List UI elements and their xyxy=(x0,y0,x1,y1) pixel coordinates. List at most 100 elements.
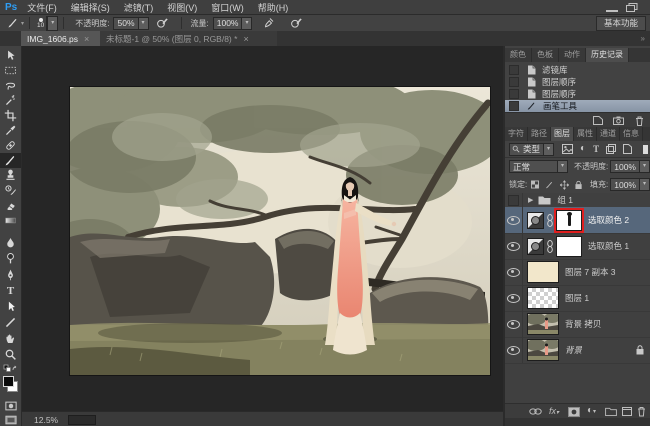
pressure-opacity-icon[interactable] xyxy=(156,17,169,29)
default-swap-colors-icon[interactable] xyxy=(0,363,21,373)
brush-tool-preset-icon[interactable] xyxy=(6,17,20,29)
layer-thumbnail-photo[interactable] xyxy=(527,313,559,335)
dock-gutter[interactable] xyxy=(503,46,505,426)
zoom-level-field[interactable]: 12.5% xyxy=(34,415,58,425)
dodge-tool[interactable] xyxy=(0,251,21,266)
lock-transparency-icon[interactable] xyxy=(531,180,539,189)
fill-dropdown[interactable]: 100%▾ xyxy=(610,178,650,191)
tab-swatches[interactable]: 色板 xyxy=(532,48,559,62)
brush-preset-arrow[interactable]: ▾ xyxy=(46,16,58,31)
hand-tool[interactable] xyxy=(0,331,21,346)
layer-row-selective-color-2[interactable]: 选取颜色 2 xyxy=(505,207,650,234)
new-adjustment-layer-icon[interactable]: ◐▾ xyxy=(587,405,596,416)
lock-pixels-brush-icon[interactable] xyxy=(545,180,554,190)
canvas-area[interactable] xyxy=(22,46,503,411)
lock-all-icon[interactable] xyxy=(575,180,582,190)
tab-color[interactable]: 颜色 xyxy=(505,48,532,62)
add-mask-icon[interactable] xyxy=(568,407,580,417)
tab-actions[interactable]: 动作 xyxy=(559,48,586,62)
restore-icon[interactable] xyxy=(626,3,638,11)
brush-preset-picker[interactable]: 10 xyxy=(37,18,44,28)
history-source-checkbox[interactable] xyxy=(509,101,519,111)
history-source-checkbox[interactable] xyxy=(509,77,519,87)
blur-tool[interactable] xyxy=(0,235,21,250)
eyedropper-tool[interactable] xyxy=(0,123,21,138)
tab-history[interactable]: 历史记录 xyxy=(586,48,629,62)
new-doc-from-state-icon[interactable] xyxy=(593,116,603,125)
foreground-background-swatches[interactable] xyxy=(0,374,21,396)
lock-position-icon[interactable] xyxy=(560,180,569,190)
magic-wand-tool[interactable] xyxy=(0,93,21,108)
visibility-toggle[interactable] xyxy=(505,233,523,259)
tab-layers[interactable]: 图层 xyxy=(551,127,574,141)
tab-properties[interactable]: 属性 xyxy=(574,127,597,141)
layer-row-background[interactable]: 背景 xyxy=(505,337,650,364)
minimize-icon[interactable] xyxy=(606,3,618,12)
quick-mask-button[interactable] xyxy=(0,398,21,413)
history-item[interactable]: 图层顺序 xyxy=(505,88,650,100)
brush-tool[interactable] xyxy=(0,153,21,168)
eraser-tool[interactable] xyxy=(0,198,21,213)
history-item[interactable]: 滤镜库 xyxy=(505,64,650,76)
opacity-dropdown[interactable]: 50%▾ xyxy=(113,17,148,30)
workspace-switcher-button[interactable]: 基本功能 xyxy=(596,16,646,31)
layer-thumbnail[interactable] xyxy=(527,261,559,283)
adjustment-layer-icon[interactable] xyxy=(527,238,544,255)
expand-arrow-icon[interactable]: ▶ xyxy=(528,196,533,204)
close-tab-icon[interactable]: × xyxy=(243,34,248,44)
visibility-toggle[interactable] xyxy=(505,207,523,233)
history-item-selected[interactable]: 画笔工具 xyxy=(505,100,650,112)
filter-pixel-layers-icon[interactable] xyxy=(562,144,573,154)
layer-thumbnail-transparent[interactable] xyxy=(527,287,559,309)
filter-adjustment-layers-icon[interactable]: ◐ xyxy=(580,144,586,154)
visibility-toggle[interactable] xyxy=(505,193,523,207)
path-select-tool[interactable] xyxy=(0,299,21,314)
document-info-box[interactable] xyxy=(68,415,96,425)
spot-healing-tool[interactable] xyxy=(0,138,21,153)
tab-info[interactable]: 信息 xyxy=(620,127,643,141)
filter-shape-layers-icon[interactable] xyxy=(606,144,616,154)
dock-collapse-icon[interactable]: » xyxy=(641,34,645,43)
visibility-toggle[interactable] xyxy=(505,259,523,285)
filter-toggle[interactable] xyxy=(643,145,648,154)
delete-state-trash-icon[interactable] xyxy=(635,116,644,126)
history-source-checkbox[interactable] xyxy=(509,89,519,99)
lasso-tool[interactable] xyxy=(0,78,21,93)
canvas-photo[interactable] xyxy=(70,87,490,375)
filter-type-layers-icon[interactable]: T xyxy=(593,144,599,154)
layer-row-layer1[interactable]: 图层 1 xyxy=(505,285,650,312)
screen-mode-button[interactable] xyxy=(0,412,21,426)
rect-marquee-tool[interactable] xyxy=(0,63,21,78)
blend-mode-dropdown[interactable]: 正常▾ xyxy=(509,160,568,173)
menu-filter[interactable]: 滤镜(T) xyxy=(124,1,154,14)
layer-row-layer7-copy3[interactable]: 图层 7 副本 3 xyxy=(505,259,650,286)
adjustment-layer-icon[interactable] xyxy=(527,212,544,229)
layer-thumbnail-photo[interactable] xyxy=(527,339,559,361)
layer-mask-thumbnail[interactable] xyxy=(556,236,582,257)
layer-row-selective-color-1[interactable]: 选取颜色 1 xyxy=(505,233,650,260)
line-tool[interactable] xyxy=(0,315,21,330)
menu-edit-select[interactable]: 编辑择(S) xyxy=(71,1,110,14)
layer-row-background-copy[interactable]: 背景 拷贝 xyxy=(505,311,650,338)
history-item[interactable]: 图层顺序 xyxy=(505,76,650,88)
visibility-toggle[interactable] xyxy=(505,285,523,311)
new-snapshot-camera-icon[interactable] xyxy=(613,116,624,125)
menu-view[interactable]: 视图(V) xyxy=(167,1,197,14)
clone-stamp-tool[interactable] xyxy=(0,168,21,183)
new-group-icon[interactable] xyxy=(605,407,617,416)
tab-character[interactable]: 字符 xyxy=(505,127,528,141)
new-layer-icon[interactable] xyxy=(622,407,632,416)
visibility-toggle[interactable] xyxy=(505,337,523,363)
crop-tool[interactable] xyxy=(0,108,21,123)
visibility-toggle[interactable] xyxy=(505,311,523,337)
document-tab-active[interactable]: IMG_1606.ps × xyxy=(21,31,105,46)
layer-mask-thumbnail-annotated[interactable] xyxy=(556,210,582,231)
layer-row-group[interactable]: ▶ 组 1 xyxy=(505,193,650,208)
tab-paths[interactable]: 路径 xyxy=(528,127,551,141)
document-tab-inactive[interactable]: 未标题-1 @ 50% (图层 0, RGB/8) * × xyxy=(100,31,277,46)
close-tab-icon[interactable]: × xyxy=(84,34,89,44)
filter-smart-objects-icon[interactable] xyxy=(623,144,632,154)
mask-link-icon[interactable] xyxy=(547,240,553,253)
tab-channels[interactable]: 通道 xyxy=(597,127,620,141)
zoom-tool[interactable] xyxy=(0,347,21,362)
